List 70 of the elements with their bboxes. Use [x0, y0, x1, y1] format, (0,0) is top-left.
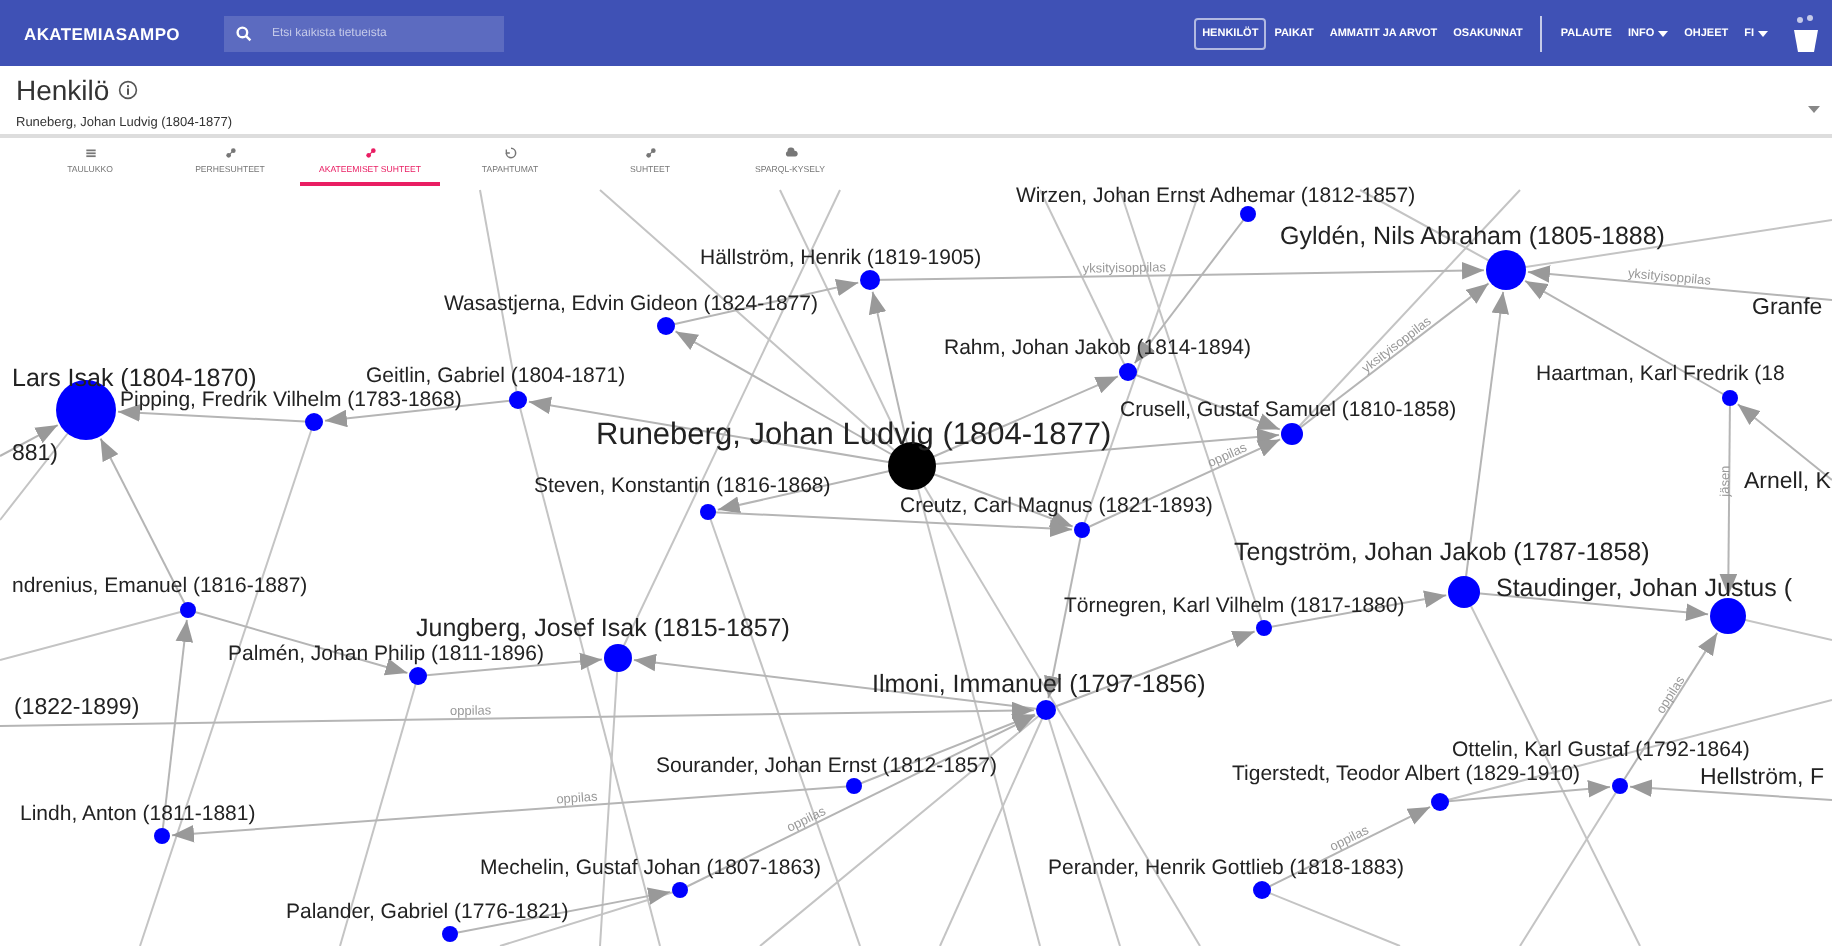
node-label: ndrenius, Emanuel (1816-1887): [12, 574, 308, 598]
node-label: Steven, Konstantin (1816-1868): [534, 474, 831, 498]
node-label: Ilmoni, Immanuel (1797-1856): [872, 670, 1206, 698]
person-node[interactable]: [1253, 881, 1271, 899]
node-label: Geitlin, Gabriel (1804-1871): [366, 364, 626, 388]
node-label: Palmén, Johan Philip (1811-1896): [228, 642, 544, 666]
person-node[interactable]: [1722, 390, 1738, 406]
node-label: Creutz, Carl Magnus (1821-1893): [900, 494, 1213, 518]
tab-icon: [643, 146, 657, 160]
person-node[interactable]: [1486, 250, 1526, 290]
node-label: Mechelin, Gustaf Johan (1807-1863): [480, 856, 821, 880]
tab-icon: [503, 146, 517, 160]
node-label: Sourander, Johan Ernst (1812-1857): [656, 754, 997, 778]
person-node[interactable]: [672, 882, 688, 898]
node-label: Gyldén, Nils Abraham (1805-1888): [1280, 222, 1665, 250]
node-label: Haartman, Karl Fredrik (18: [1536, 362, 1785, 386]
node-label: Wirzen, Johan Ernst Adhemar (1812-1857): [1016, 186, 1416, 208]
node-label: Jungberg, Josef Isak (1815-1857): [416, 614, 790, 642]
person-node[interactable]: [509, 391, 527, 409]
person-node[interactable]: [846, 778, 862, 794]
person-node[interactable]: [1240, 206, 1256, 222]
node-label: Crusell, Gustaf Samuel (1810-1858): [1120, 398, 1457, 422]
person-node[interactable]: [1448, 576, 1480, 608]
node-label: Hällström, Henrik (1819-1905): [700, 246, 982, 270]
node-label: Staudinger, Johan Justus (: [1496, 574, 1793, 602]
person-node[interactable]: [860, 270, 880, 290]
search-icon: [236, 25, 252, 41]
info-icon[interactable]: [117, 80, 138, 100]
node-label: Ottelin, Karl Gustaf (1792-1864): [1452, 738, 1750, 762]
node-label: Palander, Gabriel (1776-1821): [286, 900, 569, 924]
person-node[interactable]: [1074, 522, 1090, 538]
person-node[interactable]: [1256, 620, 1272, 636]
node-label: Pipping, Fredrik Vilhelm (1783-1868): [120, 388, 462, 412]
person-node[interactable]: [604, 644, 632, 672]
node-label: Perander, Henrik Gottlieb (1818-1883): [1048, 856, 1405, 880]
person-node[interactable]: [700, 504, 716, 520]
person-node[interactable]: [409, 667, 427, 685]
caret-icon: [1758, 29, 1768, 37]
person-node[interactable]: [154, 828, 170, 844]
person-node[interactable]: [1431, 793, 1449, 811]
caret-icon: [1658, 29, 1669, 37]
node-label: Runeberg, Johan Ludvig (1804-1877): [596, 418, 1112, 452]
node-label: Wasastjerna, Edvin Gideon (1824-1877): [444, 292, 818, 316]
node-label: Rahm, Johan Jakob (1814-1894): [944, 336, 1252, 360]
node-label: Tengström, Johan Jakob (1787-1858): [1234, 538, 1650, 566]
cup-logo-icon[interactable]: [1792, 11, 1820, 55]
node-label: Hellström, F: [1700, 766, 1824, 790]
person-node[interactable]: [305, 413, 323, 431]
page-title: Henkilö: [16, 74, 110, 106]
app-logo[interactable]: AKATEMIASAMPO: [24, 23, 180, 43]
node-label: Tigerstedt, Teodor Albert (1829-1910): [1232, 762, 1580, 786]
node-label: Törnegren, Karl Vilhelm (1817-1880): [1064, 594, 1405, 618]
node-label: Granfe: [1752, 296, 1823, 320]
person-node[interactable]: [1036, 700, 1056, 720]
person-node[interactable]: [1281, 423, 1303, 445]
person-node[interactable]: [1710, 598, 1746, 634]
tab-icon: [83, 146, 97, 160]
tab-icon: [363, 146, 377, 160]
person-node[interactable]: [180, 602, 196, 618]
person-node[interactable]: [657, 317, 675, 335]
person-node[interactable]: [1119, 363, 1137, 381]
node-label: 881): [12, 442, 59, 466]
chevron-icon[interactable]: [1808, 106, 1820, 114]
tab-icon: [223, 146, 237, 160]
tab-icon: [783, 146, 797, 160]
node-label: Lindh, Anton (1811-1881): [20, 802, 256, 826]
person-node[interactable]: [1612, 778, 1628, 794]
node-label: Arnell, K: [1744, 470, 1831, 494]
node-label: (1822-1899): [14, 696, 140, 720]
person-node[interactable]: [442, 926, 458, 942]
